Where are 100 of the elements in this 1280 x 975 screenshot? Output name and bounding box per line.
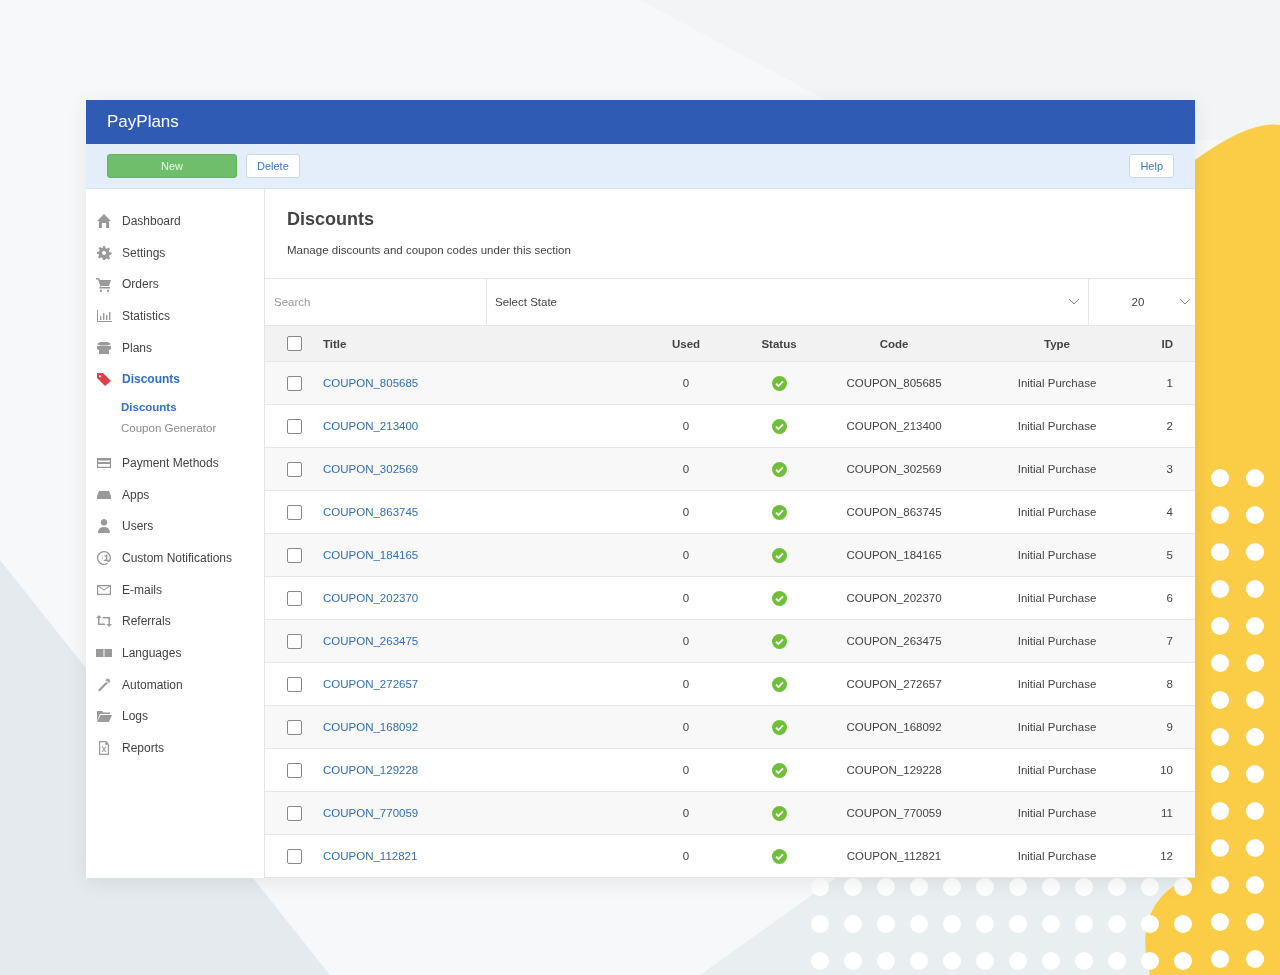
sidebar-item[interactable]: Payment Methods	[86, 447, 264, 479]
coupon-title-link[interactable]: COUPON_168092	[323, 721, 419, 733]
sidebar-item[interactable]: E-mails	[86, 573, 264, 606]
submenu-item[interactable]: Discounts	[121, 397, 264, 419]
coupon-title-link[interactable]: COUPON_213400	[323, 420, 419, 432]
page-title: Discounts	[287, 209, 375, 230]
coupon-title-link[interactable]: COUPON_263475	[323, 635, 419, 647]
table-cell: COUPON_168092	[846, 721, 942, 733]
table-cell: 12	[1160, 850, 1173, 862]
coupon-title-link[interactable]: COUPON_112821	[323, 850, 418, 862]
coupon-title-link[interactable]: COUPON_770059	[323, 807, 419, 819]
help-button[interactable]: Help	[1129, 154, 1174, 178]
row-checkbox[interactable]	[286, 590, 302, 606]
dot-shape	[1141, 952, 1159, 970]
row-checkbox[interactable]	[286, 762, 302, 778]
table-cell: Initial Purchase	[1017, 850, 1097, 862]
sidebar-item[interactable]: Orders	[86, 268, 264, 301]
table-cell: 0	[682, 506, 690, 518]
table-cell: Initial Purchase	[1017, 549, 1097, 561]
retweet-icon	[96, 613, 112, 630]
table-cell: Initial Purchase	[1017, 807, 1097, 819]
dot-shape	[1141, 915, 1159, 933]
table-cell: COUPON_272657	[846, 678, 942, 690]
table-cell: Initial Purchase	[1017, 420, 1097, 432]
tag-icon	[96, 371, 112, 388]
table-cell: COUPON_129228	[846, 764, 942, 776]
sidebar-item[interactable]: Logs	[86, 700, 264, 733]
at-sign-icon	[96, 550, 112, 567]
row-checkbox[interactable]	[286, 547, 302, 563]
column-header: Status	[760, 337, 798, 350]
sidebar-item[interactable]: Custom Notifications	[86, 542, 264, 574]
sidebar-item[interactable]: Automation	[86, 668, 264, 701]
sidebar-item[interactable]: Dashboard	[86, 205, 264, 237]
row-checkbox[interactable]	[286, 375, 302, 391]
table-cell: 0	[682, 764, 690, 776]
sidebar-item[interactable]: Referrals	[86, 605, 264, 638]
dot-shape	[1211, 543, 1229, 561]
row-checkbox[interactable]	[286, 676, 302, 692]
dot-shape	[1246, 765, 1264, 783]
coupon-title-link[interactable]: COUPON_202370	[323, 592, 419, 604]
table-cell: Initial Purchase	[1017, 463, 1097, 475]
table-cell: 0	[682, 420, 690, 432]
dot-shape	[1211, 506, 1229, 524]
dot-shape	[1211, 728, 1229, 746]
table-cell: COUPON_863745	[846, 506, 942, 518]
column-header: Used	[670, 337, 702, 350]
sidebar-item[interactable]: Users	[86, 510, 264, 543]
sidebar-item[interactable]: Statistics	[86, 300, 264, 332]
dot-shape	[1211, 654, 1229, 672]
coupon-title-link[interactable]: COUPON_272657	[323, 678, 419, 690]
dot-shape	[1174, 915, 1192, 933]
table-cell: 0	[682, 377, 690, 389]
dot-shape	[1246, 691, 1264, 709]
sidebar-item[interactable]: Languages	[86, 637, 264, 669]
sidebar-item[interactable]: Plans	[86, 331, 264, 364]
column-header: Title	[323, 337, 348, 350]
sidebar-item[interactable]: Reports	[86, 732, 264, 764]
sidebar-item[interactable]: Settings	[86, 236, 264, 269]
dot-shape	[1246, 839, 1264, 857]
cart-icon	[96, 276, 112, 293]
sidebar-item[interactable]: Apps	[86, 478, 264, 511]
dot-shape	[1211, 876, 1229, 894]
row-checkbox[interactable]	[286, 805, 302, 821]
home-icon	[96, 212, 112, 229]
row-checkbox[interactable]	[286, 719, 302, 735]
row-checkbox[interactable]	[286, 848, 302, 864]
coupon-title-link[interactable]: COUPON_863745	[323, 506, 419, 518]
dot-shape	[1211, 580, 1229, 598]
table-cell: 4	[1166, 506, 1173, 518]
table-cell: 0	[682, 635, 690, 647]
table-cell: COUPON_213400	[846, 420, 942, 432]
table-cell: Initial Purchase	[1017, 592, 1097, 604]
coupon-title-link[interactable]: COUPON_805685	[323, 377, 419, 389]
magic-wand-icon	[96, 676, 112, 693]
delete-button[interactable]: Delete	[246, 154, 300, 178]
column-header: Code	[878, 337, 910, 350]
state-dropdown[interactable]: Select State	[487, 279, 1089, 325]
table-cell: 5	[1166, 549, 1173, 561]
coupon-title-link[interactable]: COUPON_129228	[323, 764, 419, 776]
dot-shape	[1246, 950, 1264, 968]
submenu-item[interactable]: Coupon Generator	[121, 418, 264, 440]
dot-shape	[1211, 950, 1229, 968]
row-checkbox[interactable]	[286, 504, 302, 520]
table-cell: COUPON_805685	[846, 377, 942, 389]
folder-icon	[96, 708, 112, 725]
row-checkbox[interactable]	[286, 633, 302, 649]
table-cell: 0	[682, 850, 690, 862]
dot-shape	[1246, 728, 1264, 746]
coupon-title-link[interactable]: COUPON_302569	[323, 463, 419, 475]
page-size-dropdown[interactable]: 20	[1089, 279, 1195, 325]
row-checkbox[interactable]	[286, 418, 302, 434]
coupon-title-link[interactable]: COUPON_184165	[323, 549, 419, 561]
file-icon	[96, 740, 112, 757]
table-cell: 0	[682, 549, 690, 561]
row-checkbox[interactable]	[286, 461, 302, 477]
column-header: ID	[1160, 337, 1174, 350]
table-cell: 3	[1166, 463, 1173, 475]
sidebar-item[interactable]: Discounts	[86, 363, 264, 396]
column-header: Type	[1043, 337, 1071, 350]
select-all-checkbox[interactable]	[286, 336, 302, 351]
